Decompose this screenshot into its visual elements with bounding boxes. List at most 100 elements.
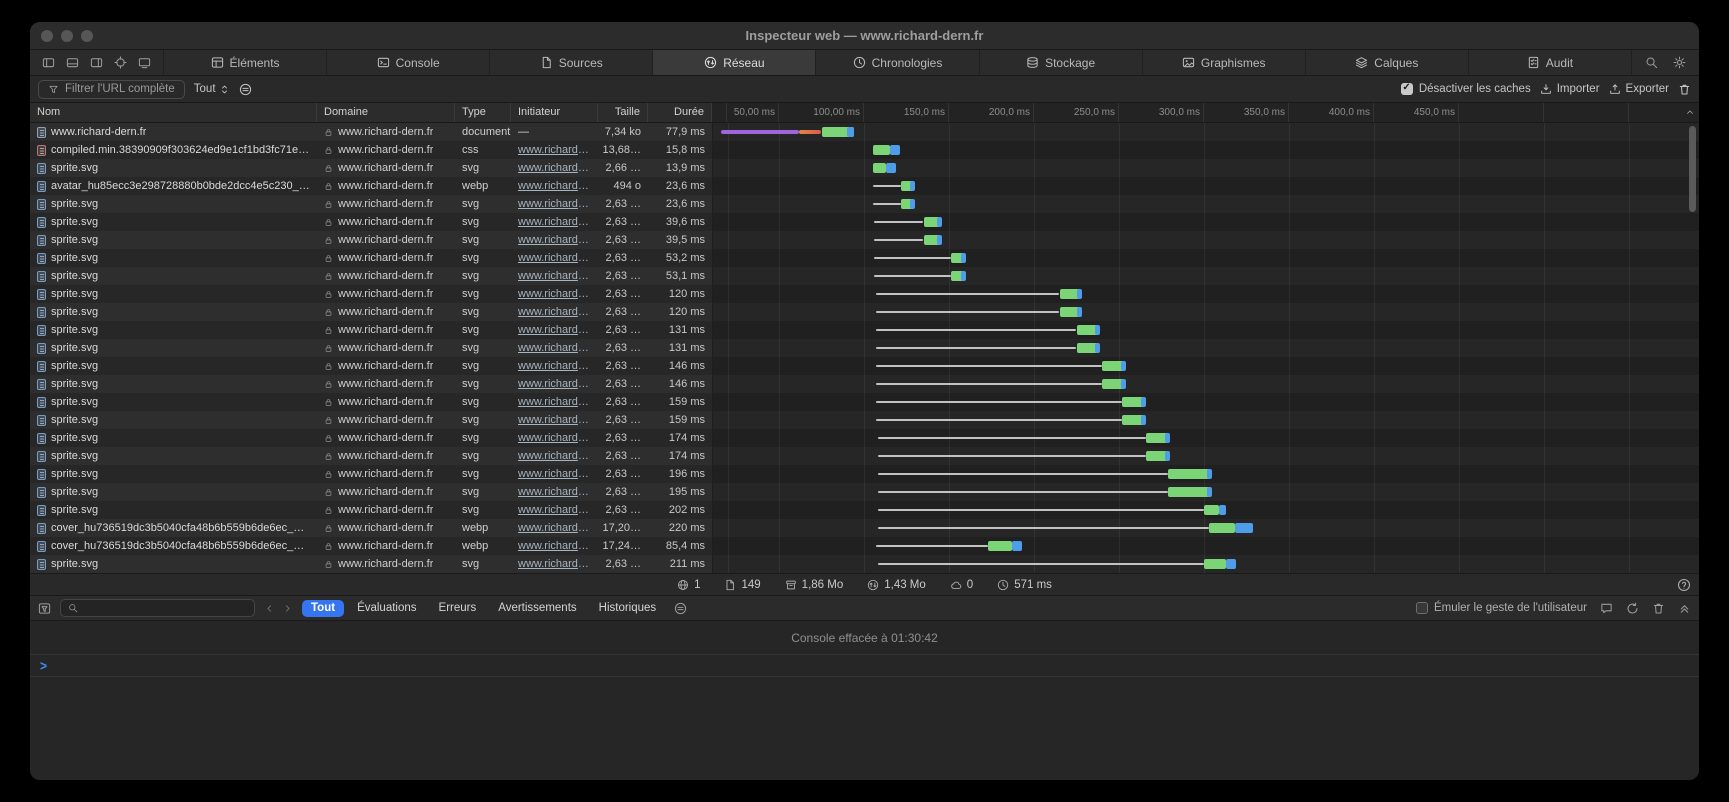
console-prompt-row[interactable]: > <box>30 655 1699 677</box>
initiator-link[interactable]: www.richard-d… <box>518 378 591 390</box>
network-row[interactable]: sprite.svgwww.richard-dern.frsvgwww.rich… <box>30 249 1699 267</box>
network-row[interactable]: sprite.svgwww.richard-dern.frsvgwww.rich… <box>30 231 1699 249</box>
column-header-duration[interactable]: Durée <box>648 103 712 122</box>
minimize-window-button[interactable] <box>61 30 73 42</box>
titlebar[interactable]: Inspecteur web — www.richard-dern.fr <box>30 22 1699 50</box>
element-picker-icon[interactable] <box>114 56 127 69</box>
device-icon[interactable] <box>138 56 151 69</box>
import-button[interactable]: Importer <box>1540 83 1600 95</box>
zoom-window-button[interactable] <box>81 30 93 42</box>
console-tab-avertissements[interactable]: Avertissements <box>489 600 585 617</box>
network-row[interactable]: sprite.svgwww.richard-dern.frsvgwww.rich… <box>30 285 1699 303</box>
timeline-collapse-icon[interactable] <box>1685 107 1695 117</box>
refresh-icon[interactable] <box>1626 602 1639 615</box>
initiator-link[interactable]: www.richard-d… <box>518 450 591 462</box>
clear-network-trash-icon[interactable] <box>1678 83 1691 96</box>
initiator-link[interactable]: www.richard-d… <box>518 414 591 426</box>
initiator-link[interactable]: www.richard-d… <box>518 486 591 498</box>
tab-graphismes[interactable]: Graphismes <box>1142 50 1305 75</box>
network-row[interactable]: cover_hu736519dc3b5040cfa48b6b559b6de6ec… <box>30 537 1699 555</box>
console-search-input[interactable] <box>83 602 247 614</box>
initiator-link[interactable]: www.richard-d… <box>518 396 591 408</box>
dock-bottom-icon[interactable] <box>66 56 79 69</box>
tab-calques[interactable]: Calques <box>1305 50 1468 75</box>
initiator-link[interactable]: www.richard-d… <box>518 198 591 210</box>
network-row[interactable]: compiled.min.38390909f303624ed9e1cf1bd3f… <box>30 141 1699 159</box>
network-options-icon[interactable] <box>239 83 252 96</box>
initiator-link[interactable]: www.richard-d… <box>518 558 591 570</box>
initiator-link[interactable]: www.richard-d… <box>518 324 591 336</box>
initiator-link[interactable]: www.richard-d… <box>518 306 591 318</box>
tab-stockage[interactable]: Stockage <box>979 50 1142 75</box>
network-row[interactable]: avatar_hu85ecc3e298728880b0bde2dcc4e5c23… <box>30 177 1699 195</box>
network-row[interactable]: sprite.svgwww.richard-dern.frsvgwww.rich… <box>30 483 1699 501</box>
console-empty-area[interactable] <box>30 677 1699 780</box>
network-row[interactable]: sprite.svgwww.richard-dern.frsvgwww.rich… <box>30 339 1699 357</box>
help-icon[interactable] <box>1677 578 1691 592</box>
network-row[interactable]: sprite.svgwww.richard-dern.frsvgwww.rich… <box>30 465 1699 483</box>
network-row[interactable]: sprite.svgwww.richard-dern.frsvgwww.rich… <box>30 393 1699 411</box>
dock-right-icon[interactable] <box>90 56 103 69</box>
column-header-domain[interactable]: Domaine <box>317 103 455 122</box>
initiator-link[interactable]: www.richard-d… <box>518 432 591 444</box>
initiator-link[interactable]: www.richard-d… <box>518 180 591 192</box>
settings-gear-icon[interactable] <box>1673 56 1686 69</box>
console-search-field[interactable] <box>60 599 255 617</box>
url-filter-field[interactable]: Filtrer l'URL complète <box>38 80 185 99</box>
initiator-link[interactable]: www.richard-d… <box>518 234 591 246</box>
initiator-link[interactable]: www.richard-d… <box>518 468 591 480</box>
initiator-link[interactable]: www.richard-d… <box>518 162 591 174</box>
initiator-link[interactable]: www.richard-d… <box>518 288 591 300</box>
tab-console[interactable]: Console <box>326 50 489 75</box>
initiator-link[interactable]: www.richard-d… <box>518 144 591 156</box>
tab-sources[interactable]: Sources <box>489 50 652 75</box>
network-row[interactable]: sprite.svgwww.richard-dern.frsvgwww.rich… <box>30 213 1699 231</box>
initiator-link[interactable]: www.richard-d… <box>518 504 591 516</box>
previous-result-icon[interactable] <box>264 603 275 614</box>
initiator-link[interactable]: www.richard-d… <box>518 270 591 282</box>
disable-caches-checkbox[interactable]: Désactiver les caches <box>1401 83 1531 95</box>
next-result-icon[interactable] <box>282 603 293 614</box>
initiator-link[interactable]: www.richard-d… <box>518 360 591 372</box>
initiator-link[interactable]: www.richard-d… <box>518 522 591 534</box>
column-header-size[interactable]: Taille <box>598 103 648 122</box>
expand-console-icon[interactable] <box>1678 602 1691 615</box>
network-row[interactable]: sprite.svgwww.richard-dern.frsvgwww.rich… <box>30 555 1699 573</box>
tab-reseau[interactable]: Réseau <box>652 50 815 75</box>
network-row[interactable]: sprite.svgwww.richard-dern.frsvgwww.rich… <box>30 303 1699 321</box>
console-filter-icon[interactable] <box>38 602 51 615</box>
dock-left-icon[interactable] <box>42 56 55 69</box>
close-window-button[interactable] <box>41 30 53 42</box>
initiator-link[interactable]: www.richard-d… <box>518 540 591 552</box>
network-row[interactable]: sprite.svgwww.richard-dern.frsvgwww.rich… <box>30 411 1699 429</box>
network-row[interactable]: sprite.svgwww.richard-dern.frsvgwww.rich… <box>30 375 1699 393</box>
resource-type-select[interactable]: Tout <box>194 83 230 95</box>
vertical-scrollbar[interactable] <box>1689 126 1696 212</box>
emulate-gesture-checkbox[interactable]: Émuler le geste de l'utilisateur <box>1416 602 1587 614</box>
network-row[interactable]: sprite.svgwww.richard-dern.frsvgwww.rich… <box>30 321 1699 339</box>
tab-elements[interactable]: Éléments <box>163 50 326 75</box>
network-row[interactable]: sprite.svgwww.richard-dern.frsvgwww.rich… <box>30 429 1699 447</box>
network-row[interactable]: sprite.svgwww.richard-dern.frsvgwww.rich… <box>30 447 1699 465</box>
network-row[interactable]: sprite.svgwww.richard-dern.frsvgwww.rich… <box>30 357 1699 375</box>
clear-console-trash-icon[interactable] <box>1652 602 1665 615</box>
initiator-link[interactable]: www.richard-d… <box>518 342 591 354</box>
console-options-icon[interactable] <box>674 602 687 615</box>
console-tab-erreurs[interactable]: Erreurs <box>430 600 486 617</box>
console-tab-historiques[interactable]: Historiques <box>590 600 666 617</box>
network-row[interactable]: www.richard-dern.frwww.richard-dern.frdo… <box>30 123 1699 141</box>
initiator-link[interactable]: www.richard-d… <box>518 216 591 228</box>
network-row[interactable]: sprite.svgwww.richard-dern.frsvgwww.rich… <box>30 195 1699 213</box>
console-tab-tout[interactable]: Tout <box>302 600 344 617</box>
console-bubble-icon[interactable] <box>1600 602 1613 615</box>
tab-chronologies[interactable]: Chronologies <box>815 50 978 75</box>
search-icon[interactable] <box>1645 56 1658 69</box>
tab-audit[interactable]: Audit <box>1468 50 1631 75</box>
column-header-name[interactable]: Nom <box>30 103 317 122</box>
network-row[interactable]: sprite.svgwww.richard-dern.frsvgwww.rich… <box>30 267 1699 285</box>
column-header-initiator[interactable]: Initiateur <box>511 103 598 122</box>
export-button[interactable]: Exporter <box>1609 83 1669 95</box>
initiator-link[interactable]: www.richard-d… <box>518 252 591 264</box>
network-row[interactable]: sprite.svgwww.richard-dern.frsvgwww.rich… <box>30 159 1699 177</box>
console-tab-evaluations[interactable]: Évaluations <box>348 600 425 617</box>
